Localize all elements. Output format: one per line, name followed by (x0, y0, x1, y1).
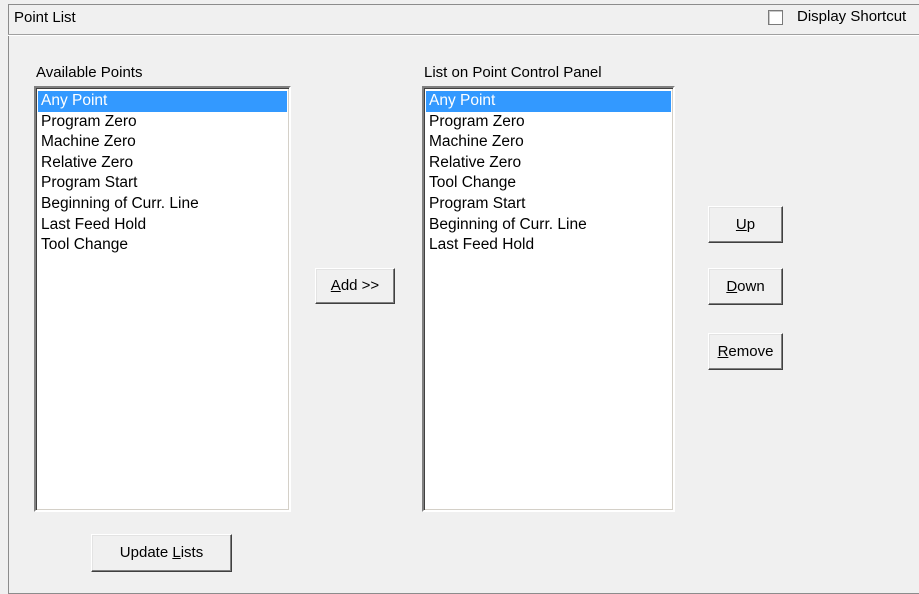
down-mnemonic: D (726, 278, 738, 295)
remove-button[interactable]: Remove (708, 333, 783, 370)
list-item[interactable]: Any Point (38, 91, 287, 112)
list-item[interactable]: Program Zero (426, 112, 671, 133)
update-lists-button[interactable]: Update Lists (91, 534, 232, 572)
down-label-rest: own (737, 278, 765, 295)
list-item[interactable]: Machine Zero (38, 132, 287, 153)
panel-points-listbox[interactable]: Any Point Program Zero Machine Zero Relativ… (422, 86, 675, 512)
list-item[interactable]: Program Zero (38, 112, 287, 133)
add-label-rest: dd >> (340, 277, 380, 294)
list-item[interactable]: Beginning of Curr. Line (38, 194, 287, 215)
add-mnemonic: A (330, 277, 341, 294)
update-label-pre: Update (119, 544, 173, 561)
list-item[interactable]: Last Feed Hold (38, 215, 287, 236)
group-title: Point List (14, 9, 76, 26)
list-item[interactable]: Last Feed Hold (426, 235, 671, 256)
list-item[interactable]: Relative Zero (38, 153, 287, 174)
available-points-label: Available Points (36, 64, 143, 81)
update-label-rest: ists (180, 544, 204, 561)
list-item[interactable]: Relative Zero (426, 153, 671, 174)
list-item[interactable]: Tool Change (426, 173, 671, 194)
list-item[interactable]: Program Start (38, 173, 287, 194)
list-item[interactable]: Machine Zero (426, 132, 671, 153)
panel-list-label: List on Point Control Panel (424, 64, 602, 81)
list-item[interactable]: Beginning of Curr. Line (426, 215, 671, 236)
down-button[interactable]: Down (708, 268, 783, 305)
up-mnemonic: U (735, 216, 747, 233)
list-item[interactable]: Any Point (426, 91, 671, 112)
up-label-rest: p (746, 216, 756, 233)
list-item[interactable]: Program Start (426, 194, 671, 215)
available-points-listbox[interactable]: Any Point Program Zero Machine Zero Relativ… (34, 86, 291, 512)
update-mnemonic: L (172, 544, 181, 561)
display-shortcut-label[interactable]: Display Shortcut (797, 8, 906, 25)
display-shortcut-checkbox[interactable] (768, 10, 783, 25)
group-separator (8, 34, 919, 36)
remove-label-rest: emove (728, 343, 774, 360)
add-button[interactable]: Add >> (315, 268, 395, 304)
up-button[interactable]: Up (708, 206, 783, 243)
remove-mnemonic: R (717, 343, 729, 360)
list-item[interactable]: Tool Change (38, 235, 287, 256)
